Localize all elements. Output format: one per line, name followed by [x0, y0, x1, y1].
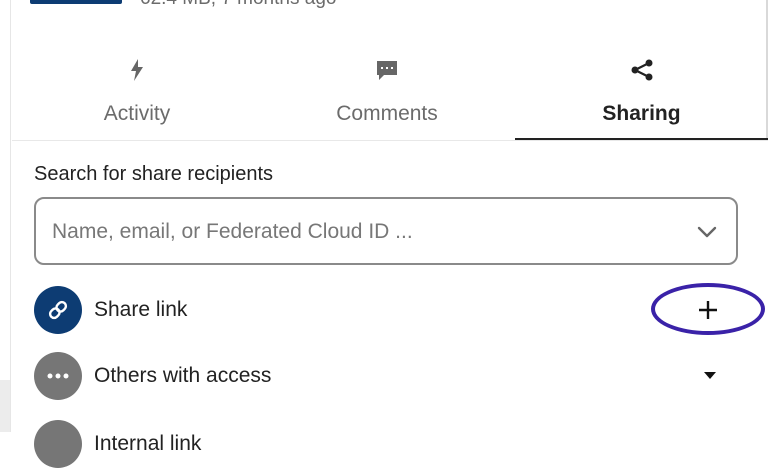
- tab-activity-label: Activity: [103, 102, 171, 125]
- caret-down-icon[interactable]: [698, 368, 722, 384]
- tab-comments[interactable]: Comments: [262, 40, 512, 140]
- left-panel-list-edge: [0, 380, 10, 432]
- link-icon: [34, 286, 82, 334]
- lightning-icon: [12, 58, 262, 82]
- internal-link-label: Internal link: [94, 432, 202, 455]
- highlight-annotation: [651, 283, 765, 335]
- others-with-access-row[interactable]: Others with access: [34, 352, 768, 400]
- file-meta: 62.4 MB, 7 months ago: [140, 0, 336, 10]
- internal-link-row[interactable]: Internal link: [34, 420, 768, 468]
- share-recipient-search[interactable]: [34, 197, 738, 265]
- chevron-down-icon[interactable]: [696, 221, 718, 243]
- comment-icon: [262, 58, 512, 82]
- others-with-access-label: Others with access: [94, 364, 272, 387]
- share-icon: [515, 58, 768, 82]
- tabs-divider: [12, 140, 768, 141]
- internal-link-icon: [34, 420, 82, 468]
- sidebar-tabs: Activity Comments Sharing: [12, 40, 768, 140]
- tab-comments-label: Comments: [336, 102, 438, 125]
- tab-sharing[interactable]: Sharing: [515, 40, 768, 140]
- share-link-label: Share link: [94, 298, 188, 321]
- tab-activity[interactable]: Activity: [12, 40, 262, 140]
- file-thumbnail: [30, 0, 122, 4]
- tab-sharing-label: Sharing: [602, 102, 681, 125]
- search-label: Search for share recipients: [34, 163, 274, 185]
- search-input[interactable]: [50, 213, 674, 251]
- left-panel-edge: [0, 0, 11, 432]
- more-icon: [34, 352, 82, 400]
